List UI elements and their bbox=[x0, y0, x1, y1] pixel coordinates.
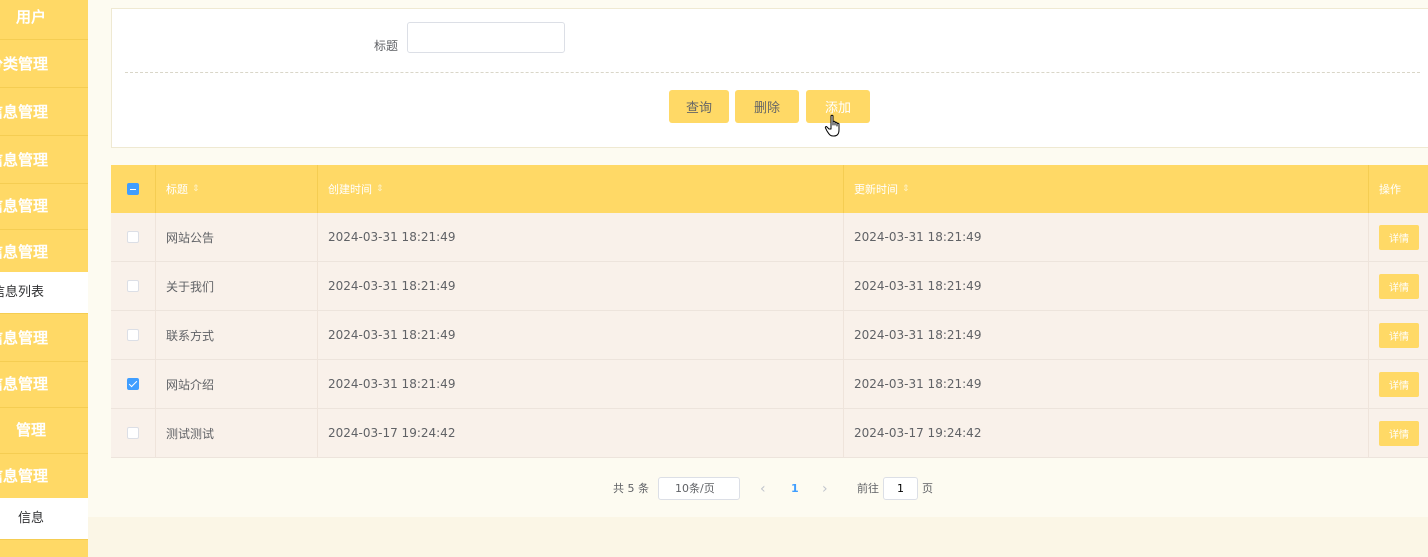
goto-label: 前往 bbox=[857, 482, 879, 495]
sidebar-item-info-4[interactable]: 信息管理 bbox=[0, 228, 88, 276]
row-action-cell: 详情 bbox=[1369, 262, 1428, 310]
sidebar-item-info-5[interactable]: 信息管理 bbox=[0, 314, 88, 362]
table-header: 标题 ⇕ 创建时间 ⇕ 更新时间 ⇕ 操作 bbox=[111, 165, 1428, 213]
sidebar-item-info-2[interactable]: 信息管理 bbox=[0, 136, 88, 184]
row-action-cell: 详情 bbox=[1369, 360, 1428, 408]
detail-button[interactable]: 详情 bbox=[1379, 224, 1419, 250]
goto-page-input[interactable] bbox=[883, 477, 918, 500]
header-title-label: 标题 bbox=[166, 183, 188, 196]
next-page-icon[interactable]: › bbox=[822, 477, 828, 501]
header-action: 操作 bbox=[1369, 165, 1428, 213]
row-title: 网站介绍 bbox=[156, 360, 318, 408]
sort-icon[interactable]: ⇕ bbox=[902, 184, 910, 194]
row-updated-time: 2024-03-31 18:21:49 bbox=[844, 311, 1369, 359]
page-number-current[interactable]: 1 bbox=[791, 477, 799, 501]
row-checkbox[interactable] bbox=[127, 378, 139, 390]
sidebar-item-info-6[interactable]: 信息管理 bbox=[0, 360, 88, 408]
row-title: 网站公告 bbox=[156, 213, 318, 261]
header-title[interactable]: 标题 ⇕ bbox=[156, 165, 318, 213]
sidebar-item-info-3[interactable]: 信息管理 bbox=[0, 182, 88, 230]
sidebar-item-label: 信息管理 bbox=[0, 375, 49, 393]
sort-icon[interactable]: ⇕ bbox=[376, 184, 384, 194]
row-created-time: 2024-03-31 18:21:49 bbox=[318, 213, 844, 261]
header-action-label: 操作 bbox=[1379, 183, 1401, 196]
table-row: 网站公告 2024-03-31 18:21:49 2024-03-31 18:2… bbox=[111, 213, 1428, 262]
row-select-cell bbox=[111, 213, 156, 261]
query-button[interactable]: 查询 bbox=[669, 90, 729, 123]
header-created[interactable]: 创建时间 ⇕ bbox=[318, 165, 844, 213]
sidebar-item-label: 信息管理 bbox=[0, 243, 49, 261]
hand-cursor-icon bbox=[824, 114, 840, 137]
row-title: 测试测试 bbox=[156, 409, 318, 457]
row-created-time: 2024-03-31 18:21:49 bbox=[318, 360, 844, 408]
header-updated[interactable]: 更新时间 ⇕ bbox=[844, 165, 1369, 213]
row-select-cell bbox=[111, 311, 156, 359]
page-size-select[interactable]: 10条/页 bbox=[658, 477, 740, 500]
header-select-cell bbox=[111, 165, 156, 213]
row-updated-time: 2024-03-17 19:24:42 bbox=[844, 409, 1369, 457]
main-content: 标题 查询 删除 添加 标题 ⇕ 创建时间 ⇕ 更新时间 ⇕ 操作 网站公告 2… bbox=[88, 0, 1428, 557]
detail-button[interactable]: 详情 bbox=[1379, 322, 1419, 348]
detail-button[interactable]: 详情 bbox=[1379, 420, 1419, 446]
row-checkbox[interactable] bbox=[127, 427, 139, 439]
row-updated-time: 2024-03-31 18:21:49 bbox=[844, 213, 1369, 261]
divider bbox=[125, 72, 1420, 73]
table-row: 测试测试 2024-03-17 19:24:42 2024-03-17 19:2… bbox=[111, 409, 1428, 458]
prev-page-icon[interactable]: ‹ bbox=[760, 477, 766, 501]
row-checkbox[interactable] bbox=[127, 329, 139, 341]
sort-icon[interactable]: ⇕ bbox=[192, 184, 200, 194]
row-checkbox[interactable] bbox=[127, 231, 139, 243]
header-created-label: 创建时间 bbox=[328, 183, 372, 196]
pagination: 共 5 条 10条/页 ‹ 1 › 前往 页 bbox=[0, 477, 1428, 501]
sidebar-item-manage[interactable]: 管理 bbox=[0, 406, 88, 454]
sidebar-item-label: 管理 bbox=[15, 421, 46, 439]
footer-strip bbox=[88, 517, 1428, 557]
sidebar-item-label: 信息 bbox=[17, 511, 44, 526]
sidebar-item-label: 信息管理 bbox=[0, 197, 49, 215]
row-created-time: 2024-03-31 18:21:49 bbox=[318, 262, 844, 310]
row-updated-time: 2024-03-31 18:21:49 bbox=[844, 360, 1369, 408]
search-panel: 标题 查询 删除 添加 bbox=[111, 8, 1428, 148]
row-action-cell: 详情 bbox=[1369, 213, 1428, 261]
row-action-cell: 详情 bbox=[1369, 311, 1428, 359]
select-all-checkbox[interactable] bbox=[127, 183, 139, 195]
sidebar-item-label: 分类管理 bbox=[0, 55, 49, 73]
data-table: 标题 ⇕ 创建时间 ⇕ 更新时间 ⇕ 操作 网站公告 2024-03-31 18… bbox=[111, 165, 1428, 458]
sidebar-item-info-1[interactable]: 信息管理 bbox=[0, 88, 88, 136]
table-row: 网站介绍 2024-03-31 18:21:49 2024-03-31 18:2… bbox=[111, 360, 1428, 409]
sidebar-item-label: 信息管理 bbox=[0, 151, 49, 169]
sidebar-item-label: 信息管理 bbox=[0, 103, 49, 121]
row-select-cell bbox=[111, 262, 156, 310]
sidebar: 用户 分类管理 信息管理 信息管理 信息管理 信息管理 信息列表 信息管理 信息… bbox=[0, 0, 88, 557]
detail-button[interactable]: 详情 bbox=[1379, 273, 1419, 299]
row-title: 关于我们 bbox=[156, 262, 318, 310]
row-updated-time: 2024-03-31 18:21:49 bbox=[844, 262, 1369, 310]
sidebar-item-users[interactable]: 用户 bbox=[0, 0, 88, 40]
table-row: 关于我们 2024-03-31 18:21:49 2024-03-31 18:2… bbox=[111, 262, 1428, 311]
sidebar-item-category[interactable]: 分类管理 bbox=[0, 40, 88, 88]
table-row: 联系方式 2024-03-31 18:21:49 2024-03-31 18:2… bbox=[111, 311, 1428, 360]
header-updated-label: 更新时间 bbox=[854, 183, 898, 196]
sidebar-item-label: 用户 bbox=[15, 8, 46, 26]
row-title: 联系方式 bbox=[156, 311, 318, 359]
row-checkbox[interactable] bbox=[127, 280, 139, 292]
sidebar-subitem-info[interactable]: 信息 bbox=[0, 498, 88, 540]
delete-button[interactable]: 删除 bbox=[735, 90, 799, 123]
row-select-cell bbox=[111, 360, 156, 408]
page-size-value: 10条/页 bbox=[675, 482, 715, 495]
pagination-total: 共 5 条 bbox=[613, 482, 649, 495]
row-created-time: 2024-03-17 19:24:42 bbox=[318, 409, 844, 457]
sidebar-subitem-info-list[interactable]: 信息列表 bbox=[0, 272, 88, 314]
row-action-cell: 详情 bbox=[1369, 409, 1428, 457]
row-select-cell bbox=[111, 409, 156, 457]
title-search-input[interactable] bbox=[407, 22, 565, 53]
sidebar-item-label: 信息列表 bbox=[0, 285, 44, 300]
sidebar-item-label: 信息管理 bbox=[0, 329, 49, 347]
detail-button[interactable]: 详情 bbox=[1379, 371, 1419, 397]
page-suffix: 页 bbox=[922, 482, 933, 495]
title-label: 标题 bbox=[374, 39, 399, 53]
row-created-time: 2024-03-31 18:21:49 bbox=[318, 311, 844, 359]
